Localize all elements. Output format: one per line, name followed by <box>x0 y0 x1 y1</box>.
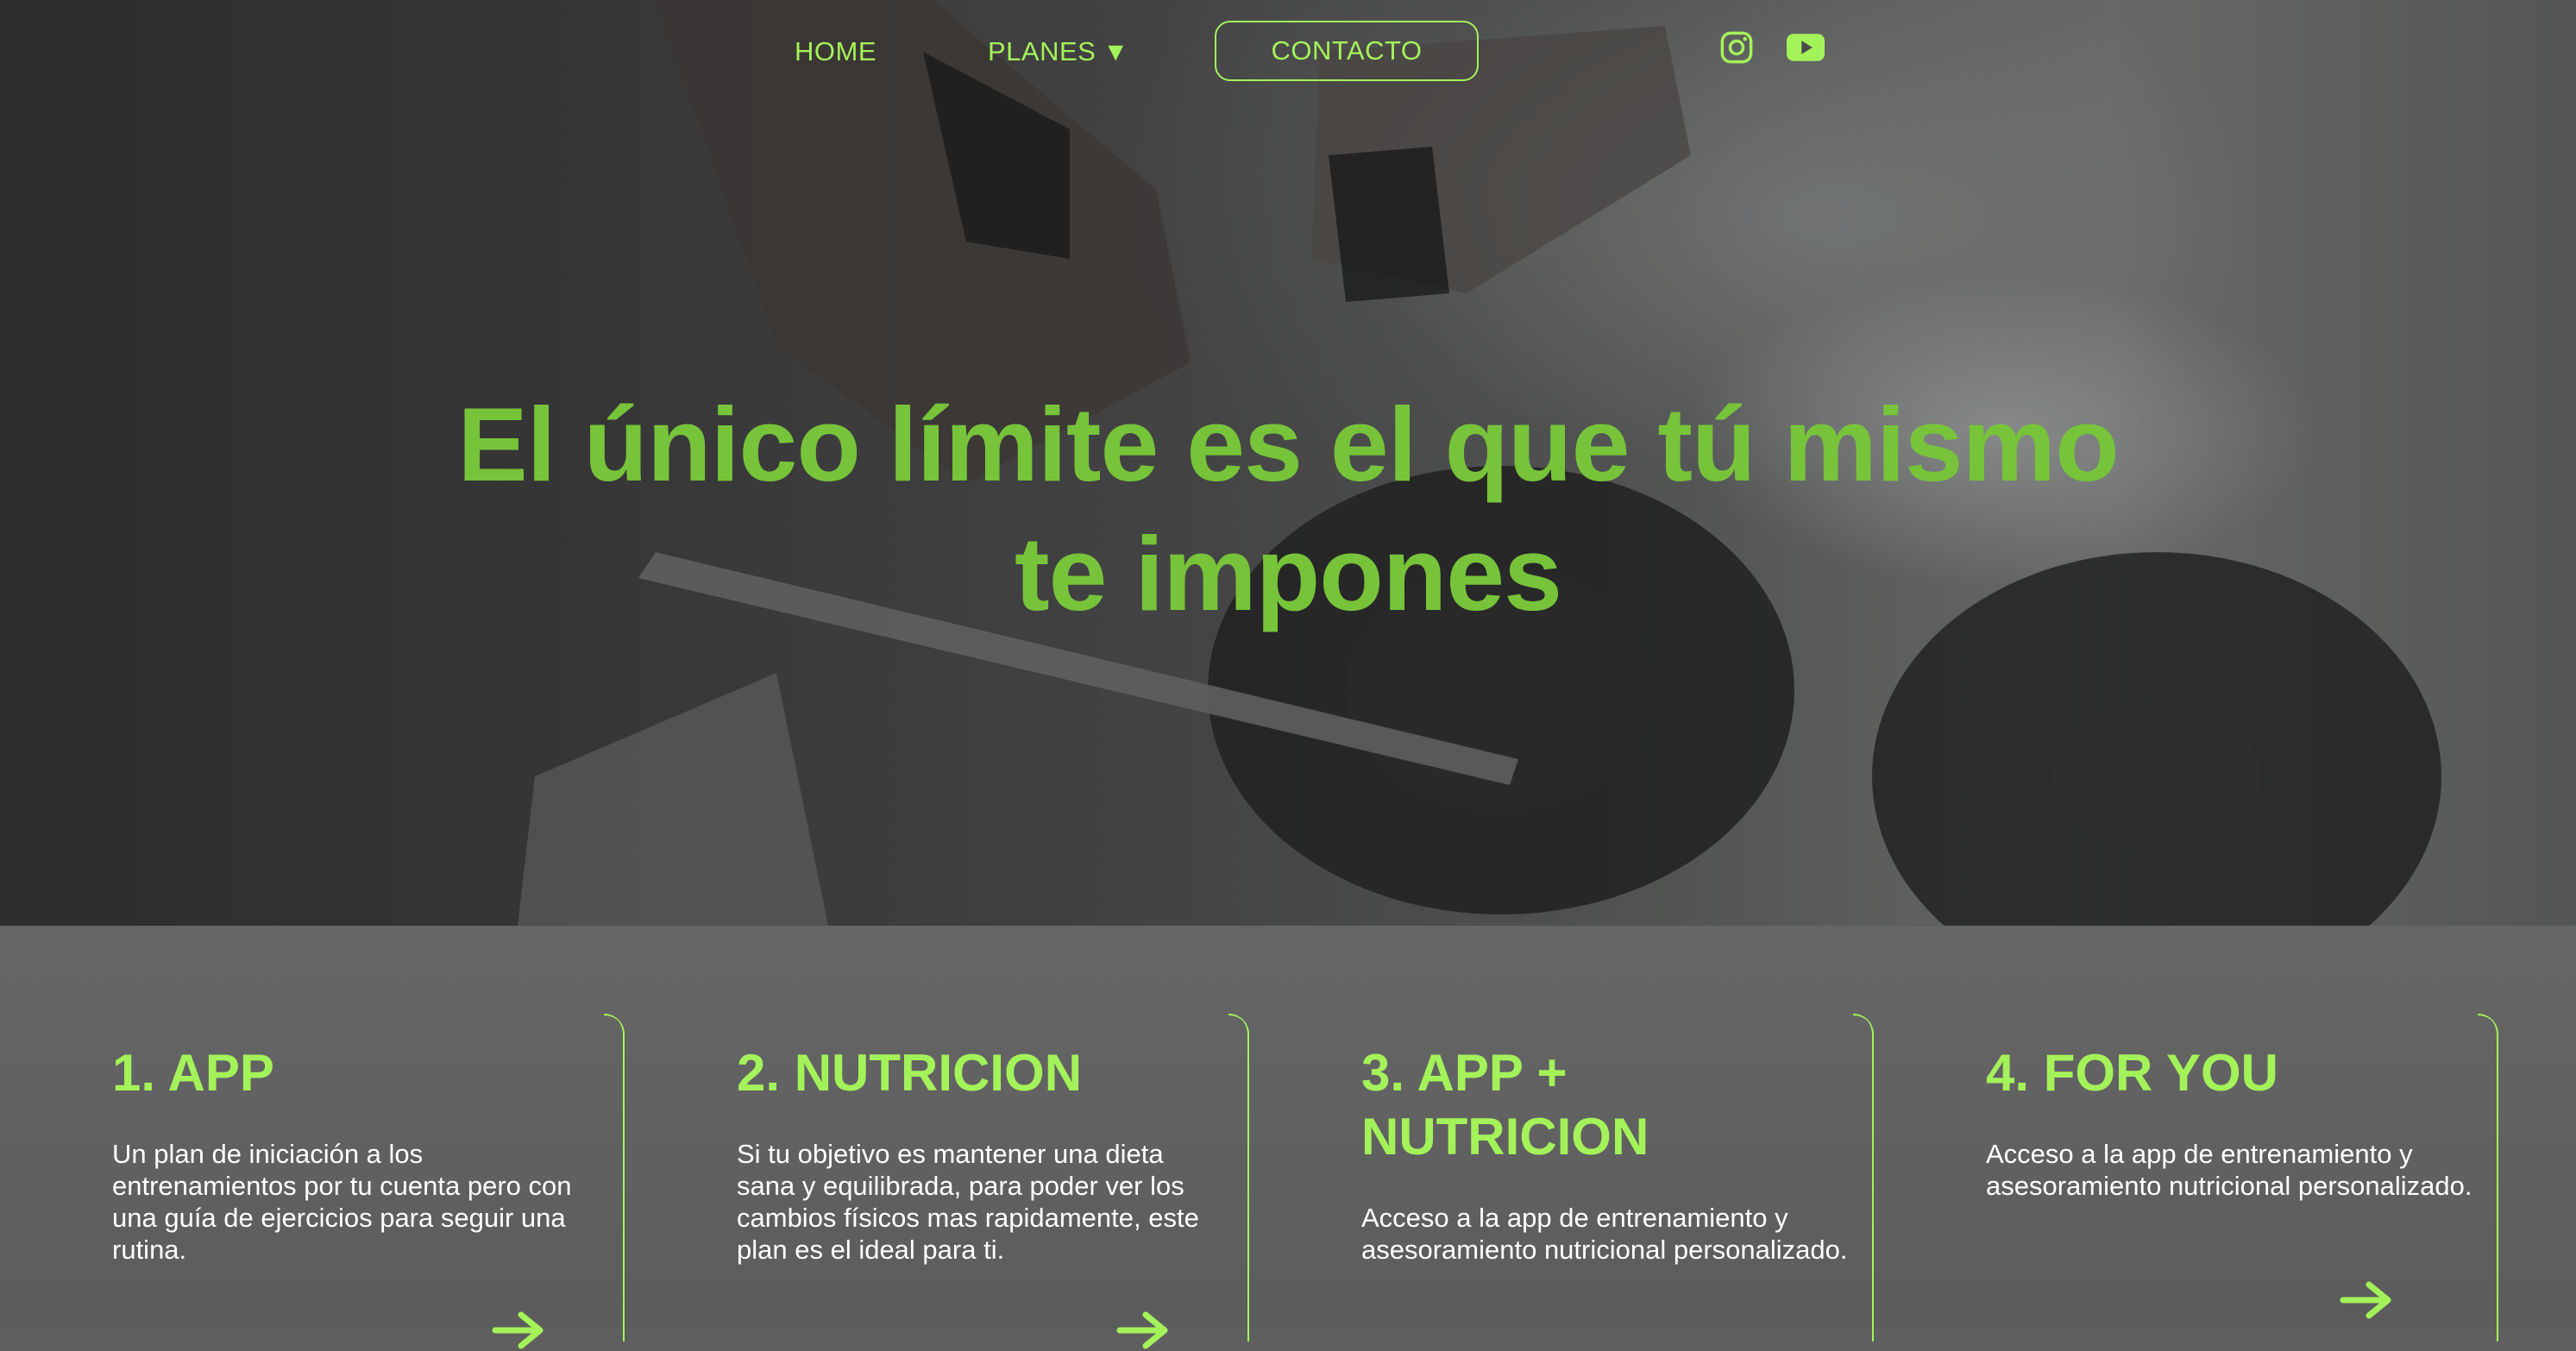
plan-title: 2. NUTRICION <box>737 1044 1083 1102</box>
hero-headline-line2: te impones <box>1014 515 1562 632</box>
arrow-right-icon[interactable] <box>1116 1310 1172 1351</box>
plan-description: Si tu objetivo es mantener una dieta san… <box>737 1139 1199 1265</box>
arrow-right-icon[interactable] <box>492 1310 547 1351</box>
caret-down-icon: ▼ <box>1103 38 1129 66</box>
arrow-right-icon[interactable] <box>2340 1279 2395 1321</box>
instagram-icon[interactable] <box>1718 29 1755 66</box>
hero-headline: El único límite es el que tú mismo te im… <box>0 380 2576 638</box>
hero-section: HOME PLANES ▼ CONTACTO El único límite es… <box>0 0 2576 926</box>
plan-title: 4. FOR YOU <box>1986 1044 2278 1102</box>
nav-planes-dropdown[interactable]: PLANES ▼ <box>988 36 1129 67</box>
plan-card-for-you[interactable]: 4. FOR YOU Acceso a la app de entrenamie… <box>1874 1014 2498 1342</box>
plan-title: 3. APP + NUTRICION <box>1361 1044 1649 1166</box>
main-nav: HOME PLANES ▼ CONTACTO <box>0 0 2576 104</box>
plans-section: 1. APP Un plan de iniciación a los entre… <box>0 926 2576 1349</box>
contact-button-label: CONTACTO <box>1271 35 1423 66</box>
nav-planes-label: PLANES <box>988 36 1096 66</box>
plan-card-app-nutricion[interactable]: 3. APP + NUTRICION Acceso a la app de en… <box>1249 1014 1874 1342</box>
plan-title: 1. APP <box>112 1044 274 1102</box>
contact-button[interactable]: CONTACTO <box>1215 21 1479 81</box>
youtube-icon[interactable] <box>1787 33 1825 62</box>
plan-description: Acceso a la app de entrenamiento y aseso… <box>1361 1203 1848 1265</box>
plan-card-nutricion[interactable]: 2. NUTRICION Si tu objetivo es mantener … <box>625 1014 1249 1349</box>
plan-description: Acceso a la app de entrenamiento y aseso… <box>1986 1139 2472 1201</box>
hero-headline-line1: El único límite es el que tú mismo <box>457 386 2119 503</box>
nav-home-link[interactable]: HOME <box>795 36 876 67</box>
plan-card-app[interactable]: 1. APP Un plan de iniciación a los entre… <box>0 1014 625 1349</box>
plan-description: Un plan de iniciación a los entrenamient… <box>112 1139 572 1265</box>
